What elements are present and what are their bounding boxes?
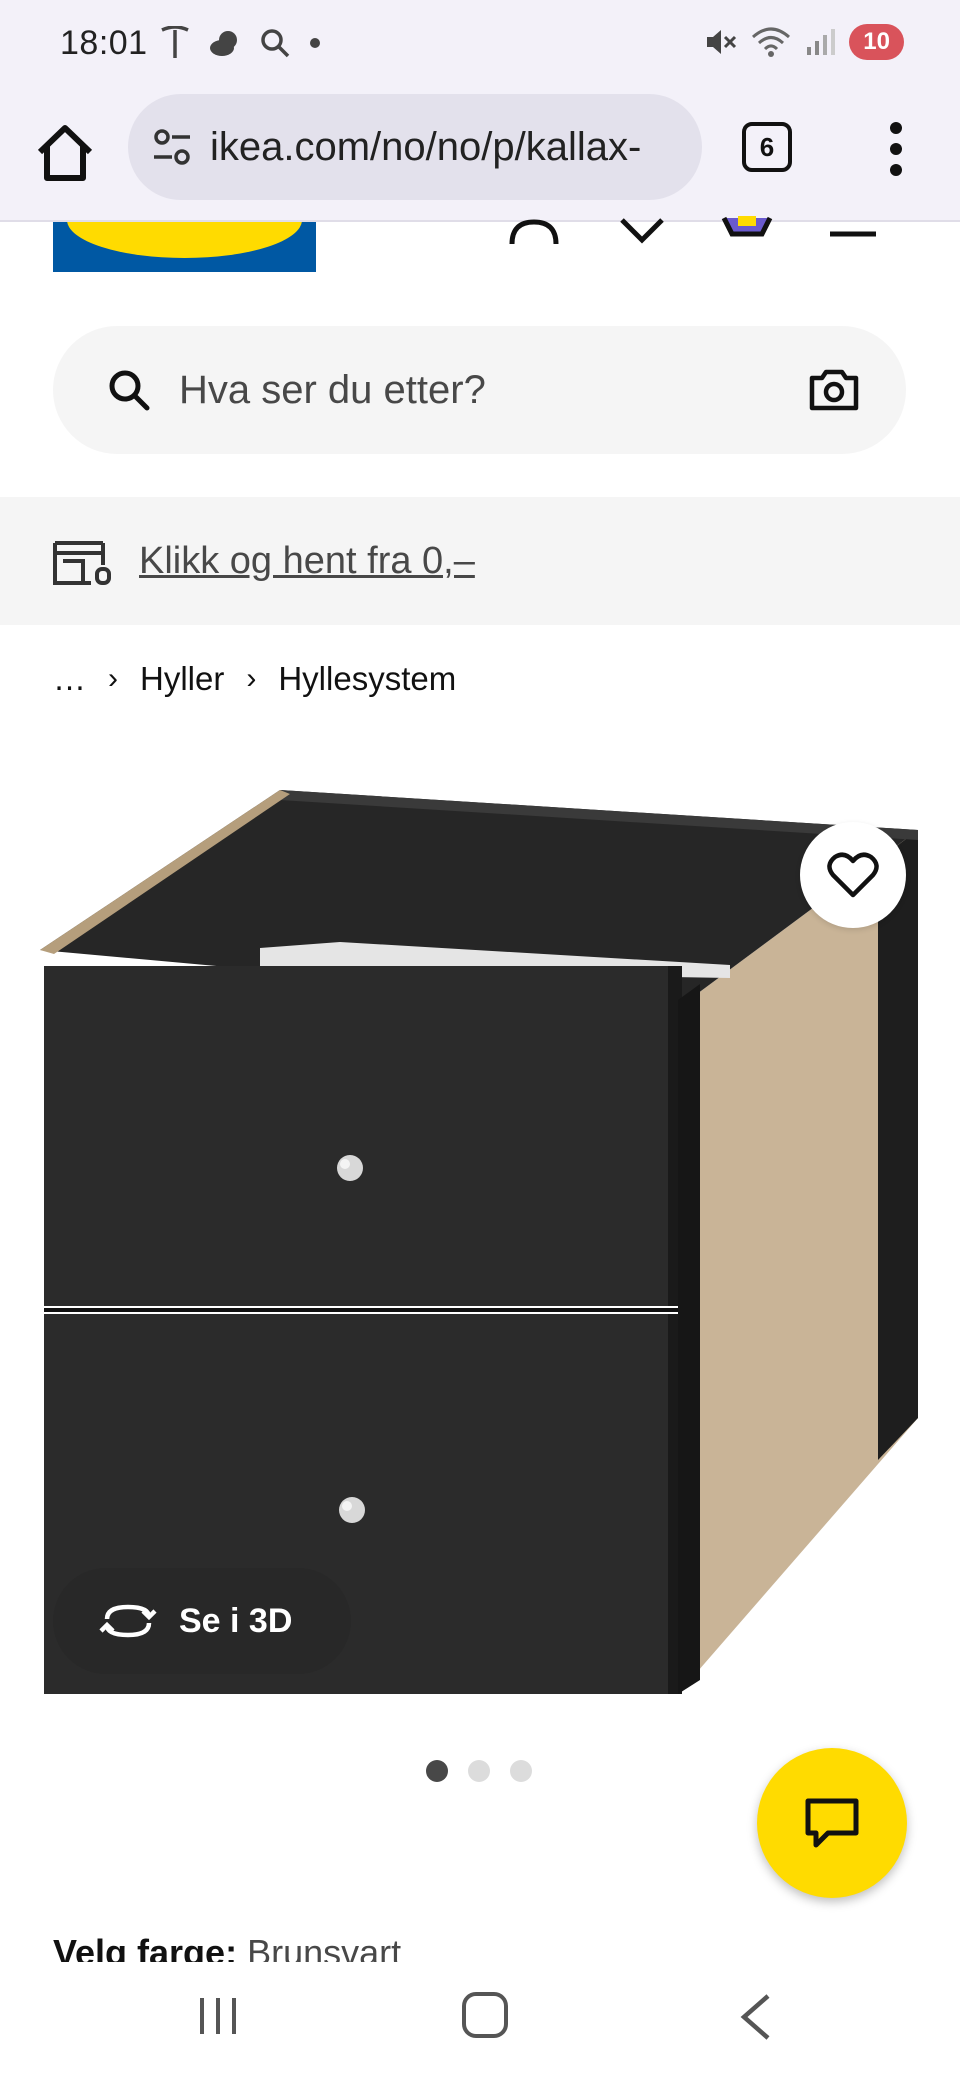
view-3d-label: Se i 3D xyxy=(179,1601,293,1640)
url-text: ikea.com/no/no/p/kallax- xyxy=(210,124,642,169)
rotate-3d-icon xyxy=(99,1604,157,1638)
add-to-favorites-button[interactable] xyxy=(800,822,906,928)
chat-button[interactable] xyxy=(757,1748,907,1898)
breadcrumb-hyller[interactable]: Hyller xyxy=(140,660,224,698)
home-icon[interactable] xyxy=(30,118,100,188)
drawer-knob xyxy=(339,1497,365,1523)
carousel-dot-3[interactable] xyxy=(510,1760,532,1782)
heart-icon[interactable] xyxy=(620,218,664,244)
status-icons-left xyxy=(160,26,322,60)
tab-switcher-button[interactable]: 6 xyxy=(742,122,792,172)
ikea-logo[interactable] xyxy=(53,222,316,272)
search-input[interactable]: Hva ser du etter? xyxy=(179,368,486,413)
camera-search-icon[interactable] xyxy=(808,364,860,416)
view-3d-button[interactable]: Se i 3D xyxy=(53,1568,351,1674)
browser-toolbar: ikea.com/no/no/p/kallax- 6 xyxy=(0,92,960,222)
carousel-indicator xyxy=(426,1760,532,1782)
store-icon xyxy=(53,541,111,585)
dot-icon xyxy=(310,38,320,48)
recent-apps-icon[interactable] xyxy=(196,1994,240,2038)
mute-icon xyxy=(707,30,737,54)
breadcrumb-ellipsis[interactable]: … xyxy=(53,660,86,698)
click-collect-banner: Klikk og hent fra 0,– xyxy=(0,497,960,625)
weather-icon xyxy=(210,31,237,56)
drawer-knob xyxy=(337,1155,363,1181)
profile-icon[interactable] xyxy=(509,219,559,244)
search-icon xyxy=(109,370,150,411)
chat-icon xyxy=(805,1798,859,1848)
breadcrumb-hyllesystem[interactable]: Hyllesystem xyxy=(278,660,456,698)
home-nav-icon[interactable] xyxy=(462,1992,508,2038)
chevron-right-icon: › xyxy=(246,662,257,695)
status-icons-right: 10 xyxy=(703,24,904,60)
tesla-icon xyxy=(161,26,189,58)
wifi-icon xyxy=(752,27,791,57)
battery-icon: 10 xyxy=(849,24,904,60)
status-time: 18:01 xyxy=(60,24,148,62)
click-collect-link[interactable]: Klikk og hent fra 0,– xyxy=(139,540,475,583)
search-bar[interactable]: Hva ser du etter? xyxy=(53,326,906,454)
carousel-dot-1[interactable] xyxy=(426,1760,448,1782)
ikea-logo-oval xyxy=(67,222,302,258)
site-settings-icon[interactable] xyxy=(152,127,192,167)
signal-icon xyxy=(807,29,836,55)
address-bar[interactable]: ikea.com/no/no/p/kallax- xyxy=(128,94,702,200)
back-icon[interactable] xyxy=(738,1992,772,2042)
chevron-right-icon: › xyxy=(108,662,118,695)
breadcrumb: … › Hyller › Hyllesystem xyxy=(53,660,456,698)
cart-icon[interactable] xyxy=(721,216,773,237)
status-bar: 18:01 10 xyxy=(0,0,960,92)
carousel-dot-2[interactable] xyxy=(468,1760,490,1782)
header-icons xyxy=(509,216,876,244)
search-icon xyxy=(261,29,290,58)
system-navigation-bar xyxy=(0,1962,960,2080)
more-options-icon[interactable] xyxy=(876,114,916,184)
heart-icon xyxy=(827,852,879,898)
